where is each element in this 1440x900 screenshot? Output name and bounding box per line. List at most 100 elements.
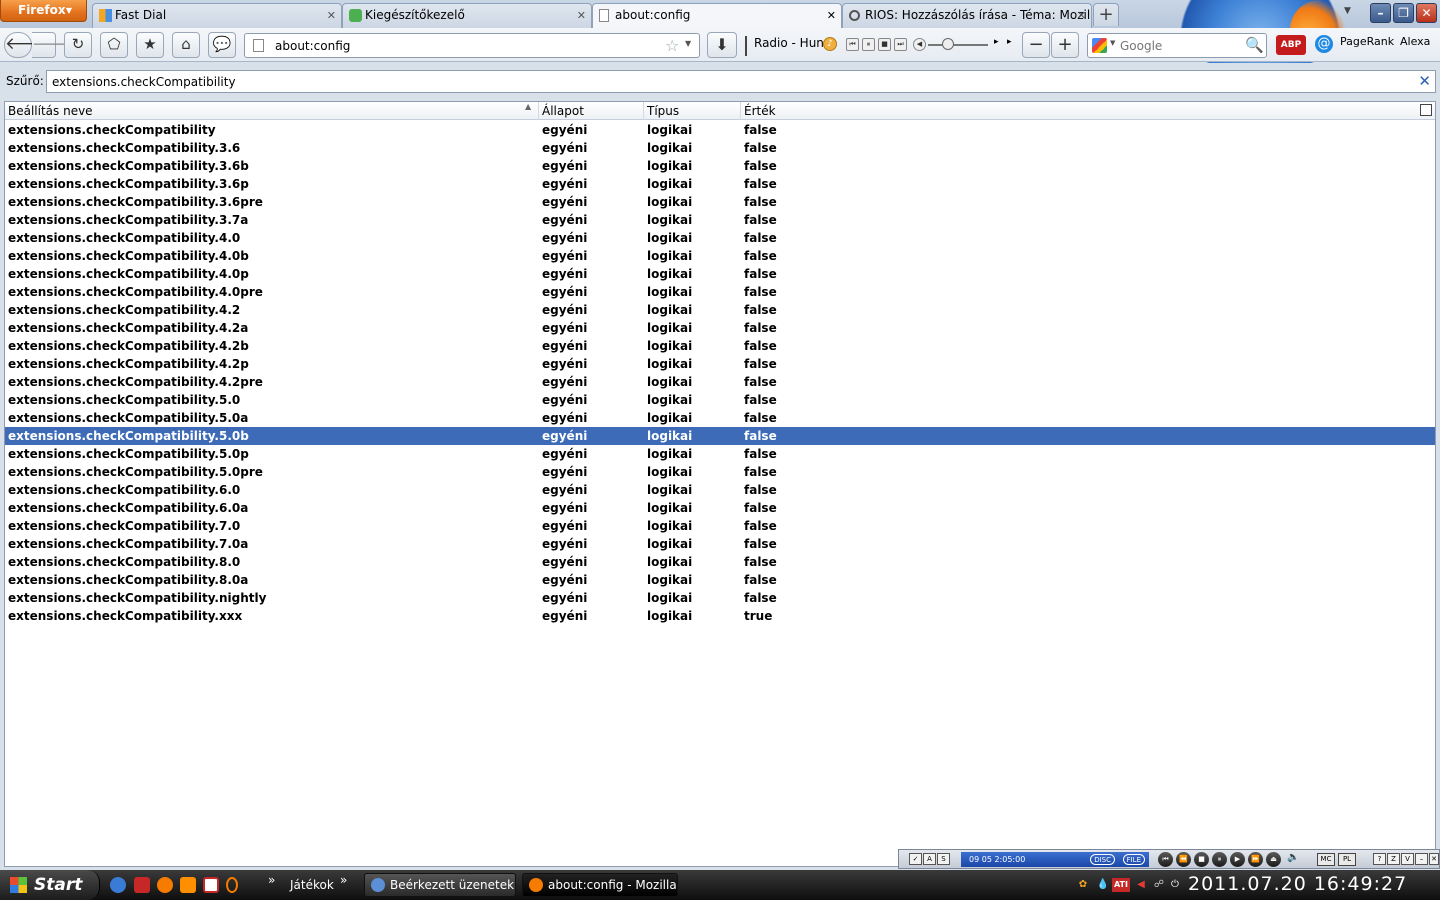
table-row[interactable]: extensions.checkCompatibility.7.0 egyéni l… — [5, 517, 1435, 535]
ati-icon[interactable]: ATI — [1112, 878, 1130, 892]
search-bar[interactable]: ▼ 🔍 — [1087, 33, 1267, 58]
table-row[interactable]: extensions.checkCompatibility.3.7a egyéni… — [5, 211, 1435, 229]
forward-button[interactable]: 🡒 — [32, 32, 72, 58]
firefox-menu-button[interactable]: Firefox ▼ — [0, 0, 87, 22]
table-row[interactable]: extensions.checkCompatibility.3.6b egyéni… — [5, 157, 1435, 175]
eject-icon[interactable]: ⏏ — [1266, 852, 1281, 867]
previous-track-icon[interactable]: ⏮ — [1158, 852, 1173, 867]
chat-bubble-icon[interactable]: 💬 — [208, 32, 236, 58]
tab-addon-manager[interactable]: Kiegészítőkezelő ✕ — [342, 3, 592, 28]
stop-icon[interactable]: ■ — [1194, 852, 1209, 867]
alexa-label[interactable]: Alexa — [1400, 35, 1430, 48]
download-button[interactable]: ⬇ — [707, 32, 737, 58]
disc-badge[interactable]: DISC — [1090, 854, 1115, 865]
next-track-icon[interactable]: ⏭ — [894, 38, 907, 51]
column-header-type[interactable]: Típus — [644, 102, 741, 120]
pause-icon[interactable]: ⏸ — [862, 38, 875, 51]
google-icon[interactable] — [1092, 38, 1107, 53]
firefox-icon[interactable] — [157, 877, 173, 893]
minimize-icon[interactable]: – — [1415, 853, 1428, 865]
bookmarks-star-icon[interactable]: ★ — [136, 32, 164, 58]
checkbox-icon[interactable]: ✓ — [909, 853, 922, 865]
network-icon[interactable]: ☍ — [1152, 878, 1166, 892]
table-row[interactable]: extensions.checkCompatibility.xxx egyéni l… — [5, 607, 1435, 625]
table-row[interactable]: extensions.checkCompatibility.4.0 egyéni l… — [5, 229, 1435, 247]
table-row[interactable]: extensions.checkCompatibility.4.2pre egyé… — [5, 373, 1435, 391]
start-button[interactable]: Start — [0, 870, 100, 900]
chevron-down-icon[interactable]: ▼ — [685, 39, 691, 48]
filter-field[interactable]: ✕ — [46, 70, 1436, 93]
taskbar-item-firefox[interactable]: about:config - Mozilla... — [522, 873, 678, 897]
player-option-icon[interactable]: ? — [1373, 853, 1386, 865]
chevron-down-icon[interactable]: ▼ — [1110, 39, 1115, 47]
pdf-icon[interactable] — [203, 877, 219, 893]
search-input[interactable] — [1120, 34, 1240, 57]
tab-about-config[interactable]: about:config ✕ — [592, 3, 842, 28]
reload-button[interactable]: ↻ — [64, 32, 92, 58]
column-header-name[interactable]: Beállítás neve — [5, 102, 539, 120]
mc-button[interactable]: MC — [1317, 853, 1335, 866]
table-row[interactable]: extensions.checkCompatibility.5.0p egyéni… — [5, 445, 1435, 463]
table-row[interactable]: extensions.checkCompatibility.4.2p egyéni… — [5, 355, 1435, 373]
table-row[interactable]: extensions.checkCompatibility.nightly egy… — [5, 589, 1435, 607]
magnifier-icon[interactable]: 🔍 — [1245, 36, 1264, 54]
table-row[interactable]: extensions.checkCompatibility.5.0pre egyé… — [5, 463, 1435, 481]
column-header-status[interactable]: Állapot — [539, 102, 644, 120]
home-button[interactable]: ⌂ — [172, 32, 200, 58]
url-bar[interactable]: ☆ ▼ — [244, 33, 700, 58]
table-row[interactable]: extensions.checkCompatibility.5.0 egyéni l… — [5, 391, 1435, 409]
player-option-icon[interactable]: A — [923, 853, 936, 865]
chevron-right-icon[interactable]: ▸ — [994, 37, 999, 47]
file-badge[interactable]: FILE — [1122, 854, 1145, 865]
player-option-icon[interactable]: Z — [1387, 853, 1400, 865]
volume-slider[interactable] — [928, 44, 988, 46]
table-row[interactable]: extensions.checkCompatibility.5.0a egyéni… — [5, 409, 1435, 427]
zoom-in-button[interactable]: + — [1051, 32, 1079, 58]
minimize-window-button[interactable]: – — [1370, 3, 1391, 23]
table-row[interactable]: extensions.checkCompatibility.6.0 egyéni l… — [5, 481, 1435, 499]
tag-icon[interactable]: ⬠ — [100, 32, 128, 58]
table-row[interactable]: extensions.checkCompatibility.4.0p egyéni… — [5, 265, 1435, 283]
new-tab-button[interactable]: + — [1093, 3, 1119, 26]
table-row[interactable]: extensions.checkCompatibility.4.2b egyéni… — [5, 337, 1435, 355]
calculator-icon[interactable] — [134, 877, 150, 893]
table-row[interactable]: extensions.checkCompatibility.3.6pre egyé… — [5, 193, 1435, 211]
pause-icon[interactable]: ⏸ — [1212, 852, 1227, 867]
table-row[interactable]: extensions.checkCompatibility.5.0b egyéni… — [5, 427, 1435, 445]
table-row[interactable]: extensions.checkCompatibility.4.2a egyéni… — [5, 319, 1435, 337]
table-row[interactable]: extensions.checkCompatibility.4.2 egyéni l… — [5, 301, 1435, 319]
restore-window-button[interactable]: ❐ — [1393, 3, 1414, 23]
volume-icon[interactable]: ◀ — [913, 38, 926, 51]
tab-fast-dial[interactable]: Fast Dial ✕ — [92, 3, 342, 28]
app-tray-icon[interactable]: ✿ — [1076, 878, 1090, 892]
rewind-icon[interactable]: ⏪ — [1176, 852, 1191, 867]
opera-icon[interactable] — [226, 877, 238, 893]
table-row[interactable]: extensions.checkCompatibility.4.0pre egyé… — [5, 283, 1435, 301]
zoom-out-button[interactable]: − — [1022, 32, 1050, 58]
at-sign-icon[interactable]: @ — [1315, 35, 1333, 53]
table-row[interactable]: extensions.checkCompatibility.6.0a egyéni… — [5, 499, 1435, 517]
clock[interactable]: 2011.07.20 16:49:27 — [1188, 873, 1407, 895]
player-option-icon[interactable]: S — [937, 853, 950, 865]
url-input[interactable] — [275, 34, 655, 57]
chevron-right-icon[interactable]: ▸ — [1007, 37, 1012, 47]
fast-forward-icon[interactable]: ⏩ — [1248, 852, 1263, 867]
speaker-icon[interactable]: 🔈 — [1287, 852, 1299, 863]
chevron-right-icon[interactable]: » — [268, 873, 275, 887]
player-option-icon[interactable]: V — [1401, 853, 1414, 865]
quicklaunch-games[interactable]: Játékok — [290, 878, 334, 892]
tab-list-chevron-icon[interactable]: ▼ — [1344, 6, 1351, 16]
close-icon[interactable]: ✕ — [327, 4, 336, 27]
close-icon[interactable]: ✕ — [577, 4, 586, 27]
app-icon[interactable] — [180, 877, 196, 893]
close-icon[interactable]: ✕ — [827, 4, 836, 27]
previous-track-icon[interactable]: ⏮ — [846, 38, 859, 51]
adblock-plus-icon[interactable]: ABP — [1276, 35, 1306, 55]
close-window-button[interactable]: ✕ — [1416, 3, 1437, 23]
filter-input[interactable] — [52, 71, 1402, 92]
table-row[interactable]: extensions.checkCompatibility.3.6 egyéni l… — [5, 139, 1435, 157]
table-row[interactable]: extensions.checkCompatibility.7.0a egyéni… — [5, 535, 1435, 553]
column-picker-icon[interactable] — [1420, 104, 1432, 116]
music-note-icon[interactable]: ♪ — [823, 37, 837, 51]
table-row[interactable]: extensions.checkCompatibility.3.6p egyéni… — [5, 175, 1435, 193]
